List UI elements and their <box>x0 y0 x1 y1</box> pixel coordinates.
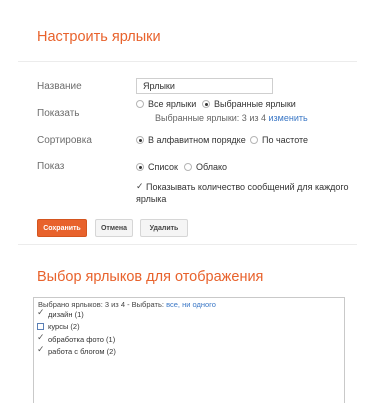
page-title: Настроить ярлыки <box>37 29 161 45</box>
show-all-radio[interactable] <box>136 100 144 108</box>
label-selection-list: Выбрано ярлыков: 3 из 4 - Выбрать: все, … <box>33 297 345 403</box>
label-checkbox-check-icon[interactable]: ✓ <box>37 345 45 354</box>
list-item[interactable]: работа с блогом (2) <box>48 347 116 356</box>
display-list-radio[interactable] <box>136 163 144 171</box>
divider <box>18 61 357 62</box>
display-list-label[interactable]: Список <box>148 162 178 172</box>
count-checkbox-check-icon[interactable]: ✓ <box>136 182 144 191</box>
show-selected-radio[interactable] <box>202 100 210 108</box>
select-none-link[interactable]: ни одного <box>182 300 216 309</box>
display-label: Показ <box>37 161 65 172</box>
sort-frequency-radio[interactable] <box>250 136 258 144</box>
selected-count-text: Выбранные ярлыки: 3 из 4 <box>155 113 266 123</box>
display-cloud-label[interactable]: Облако <box>196 162 227 172</box>
count-checkbox-label-line1[interactable]: Показывать количество сообщений для кажд… <box>146 182 349 192</box>
list-item[interactable]: дизайн (1) <box>48 310 84 319</box>
selection-title: Выбор ярлыков для отображения <box>37 269 264 285</box>
label-checkbox-check-icon[interactable]: ✓ <box>37 333 45 342</box>
display-cloud-radio[interactable] <box>184 163 192 171</box>
save-button[interactable]: Сохранить <box>37 219 87 237</box>
cancel-button[interactable]: Отмена <box>95 219 133 237</box>
sort-frequency-label[interactable]: По частоте <box>262 135 308 145</box>
select-all-link[interactable]: все, <box>166 300 180 309</box>
change-link[interactable]: изменить <box>269 113 308 123</box>
selection-summary-text: Выбрано ярлыков: 3 из 4 - Выбрать: <box>38 300 164 309</box>
show-all-label[interactable]: Все ярлыки <box>148 99 196 109</box>
delete-button[interactable]: Удалить <box>140 219 188 237</box>
name-input[interactable] <box>136 78 273 94</box>
show-label: Показать <box>37 108 80 119</box>
sort-alpha-label[interactable]: В алфавитном порядке <box>148 135 246 145</box>
sort-alpha-radio[interactable] <box>136 136 144 144</box>
list-item[interactable]: обработка фото (1) <box>48 335 115 344</box>
show-selected-label[interactable]: Выбранные ярлыки <box>214 99 296 109</box>
label-checkbox[interactable] <box>37 323 44 330</box>
sort-label: Сортировка <box>37 135 92 146</box>
selection-summary: Выбрано ярлыков: 3 из 4 - Выбрать: все, … <box>38 300 216 309</box>
show-selected-summary: Выбранные ярлыки: 3 из 4 изменить <box>155 113 308 123</box>
name-label: Название <box>37 81 82 92</box>
count-checkbox-label-line2[interactable]: ярлыка <box>136 194 166 204</box>
list-item[interactable]: курсы (2) <box>48 322 80 331</box>
label-checkbox-check-icon[interactable]: ✓ <box>37 308 45 317</box>
divider <box>18 244 357 245</box>
